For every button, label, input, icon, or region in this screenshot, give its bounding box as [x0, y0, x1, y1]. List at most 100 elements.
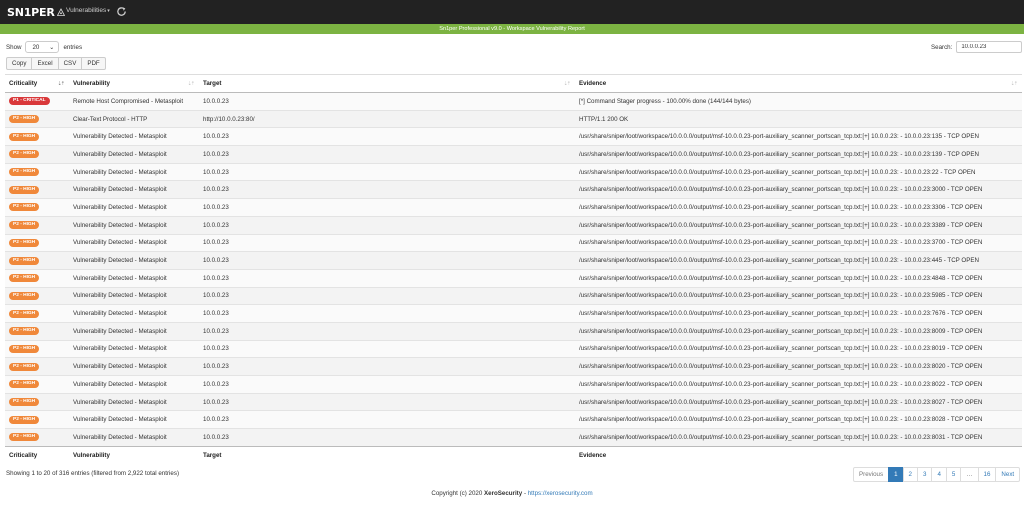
criticality-badge: P2 - HIGH: [9, 433, 40, 442]
previous-page-button[interactable]: Previous: [853, 467, 890, 482]
criticality-badge: P2 - HIGH: [9, 256, 40, 265]
target-cell: 10.0.0.23: [199, 180, 575, 199]
show-label: Show: [6, 43, 22, 51]
next-page-button[interactable]: Next: [995, 467, 1021, 482]
evidence-cell: /usr/share/sniper/loot/workspace/10.0.0.…: [575, 180, 1022, 199]
criticality-cell: P2 - HIGH: [5, 233, 69, 252]
table-row: P2 - HIGH Vulnerability Detected - Metasp…: [5, 180, 1022, 199]
target-cell: 10.0.0.23: [199, 375, 575, 394]
evidence-cell: /usr/share/sniper/loot/workspace/10.0.0.…: [575, 127, 1022, 146]
vulnerability-cell: Vulnerability Detected - Metasploit: [69, 286, 199, 305]
table-row: P2 - HIGH Vulnerability Detected - Metasp…: [5, 162, 1022, 181]
top-navbar: SN1PER Vulnerabilities▾: [0, 0, 1024, 24]
page-button-16[interactable]: 16: [977, 467, 997, 482]
header-criticality[interactable]: Criticality ⇣⇡: [5, 74, 69, 93]
vulnerability-cell: Remote Host Compromised - Metasploit: [69, 92, 199, 111]
search-label: Search:: [931, 43, 953, 51]
evidence-cell: /usr/share/sniper/loot/workspace/10.0.0.…: [575, 428, 1022, 447]
page-button-2[interactable]: 2: [902, 467, 918, 482]
table-footer-row: Criticality Vulnerability Target Evidenc…: [5, 445, 1022, 464]
criticality-cell: P2 - HIGH: [5, 145, 69, 164]
evidence-cell: /usr/share/sniper/loot/workspace/10.0.0.…: [575, 268, 1022, 288]
copy-button[interactable]: Copy: [6, 57, 33, 70]
evidence-cell: /usr/share/sniper/loot/workspace/10.0.0.…: [575, 145, 1022, 164]
export-buttons: Copy Excel CSV PDF: [6, 57, 106, 70]
evidence-cell: /usr/share/sniper/loot/workspace/10.0.0.…: [575, 198, 1022, 217]
target-cell: 10.0.0.23: [199, 339, 575, 358]
table-row: P1 - CRITICAL Remote Host Compromised - M…: [5, 92, 1022, 111]
target-cell: http://10.0.0.23:80/: [199, 109, 575, 128]
footer-target: Target: [199, 445, 575, 464]
refresh-icon[interactable]: [116, 6, 127, 17]
vulnerability-table: Criticality ⇣⇡ Vulnerability ⇣⇡ Target ⇣⇡ E…: [5, 74, 1022, 464]
sort-icon: ⇣⇡: [1010, 81, 1018, 87]
logo-text: SN1PER: [7, 5, 55, 19]
sort-icon: ⇣⇡: [187, 81, 195, 87]
company-link[interactable]: https://xerosecurity.com: [528, 490, 593, 497]
criticality-cell: P2 - HIGH: [5, 180, 69, 199]
entries-label: entries: [63, 43, 83, 51]
evidence-cell: /usr/share/sniper/loot/workspace/10.0.0.…: [575, 357, 1022, 376]
page-footer: Copyright (c) 2020 XeroSecurity - https:…: [0, 490, 1024, 497]
criticality-badge: P2 - HIGH: [9, 398, 40, 407]
logo-mark-icon: [56, 8, 65, 16]
target-cell: 10.0.0.23: [199, 286, 575, 305]
csv-button[interactable]: CSV: [57, 57, 83, 70]
vulnerabilities-menu[interactable]: Vulnerabilities▾: [66, 7, 110, 14]
vulnerability-cell: Vulnerability Detected - Metasploit: [69, 268, 199, 288]
excel-button[interactable]: Excel: [31, 57, 59, 70]
vulnerability-cell: Vulnerability Detected - Metasploit: [69, 233, 199, 252]
evidence-cell: /usr/share/sniper/loot/workspace/10.0.0.…: [575, 321, 1022, 341]
criticality-badge: P2 - HIGH: [9, 221, 40, 230]
app-logo[interactable]: SN1PER: [7, 5, 65, 19]
vulnerability-cell: Vulnerability Detected - Metasploit: [69, 428, 199, 447]
pdf-button[interactable]: PDF: [81, 57, 106, 70]
entries-select-value: 20: [32, 43, 40, 51]
target-cell: 10.0.0.23: [199, 268, 575, 288]
page-button-5[interactable]: 5: [945, 467, 962, 482]
criticality-cell: P2 - HIGH: [5, 339, 69, 358]
criticality-cell: P2 - HIGH: [5, 109, 69, 128]
entries-select[interactable]: 20 ⌄: [25, 41, 60, 53]
table-row: P2 - HIGH Vulnerability Detected - Metasp…: [5, 268, 1022, 288]
criticality-cell: P2 - HIGH: [5, 392, 69, 411]
header-target[interactable]: Target ⇣⇡: [199, 74, 575, 93]
criticality-cell: P2 - HIGH: [5, 321, 69, 341]
vulnerabilities-menu-label: Vulnerabilities: [66, 7, 107, 14]
criticality-badge: P1 - CRITICAL: [9, 97, 50, 106]
table-row: P2 - HIGH Vulnerability Detected - Metasp…: [5, 304, 1022, 323]
criticality-cell: P2 - HIGH: [5, 251, 69, 270]
criticality-cell: P1 - CRITICAL: [5, 92, 69, 111]
vulnerability-cell: Vulnerability Detected - Metasploit: [69, 392, 199, 411]
criticality-cell: P2 - HIGH: [5, 198, 69, 217]
table-row: P2 - HIGH Vulnerability Detected - Metasp…: [5, 375, 1022, 394]
sort-icon: ⇣⇡: [563, 81, 571, 87]
criticality-cell: P2 - HIGH: [5, 375, 69, 394]
header-vulnerability[interactable]: Vulnerability ⇣⇡: [69, 74, 199, 93]
table-body: P1 - CRITICAL Remote Host Compromised - M…: [5, 92, 1022, 447]
search-input[interactable]: [956, 41, 1023, 53]
page-button-1[interactable]: 1: [888, 467, 904, 482]
vulnerability-cell: Vulnerability Detected - Metasploit: [69, 215, 199, 234]
target-cell: 10.0.0.23: [199, 127, 575, 146]
vulnerability-cell: Clear-Text Protocol - HTTP: [69, 109, 199, 128]
target-cell: 10.0.0.23: [199, 215, 575, 234]
table-row: P2 - HIGH Vulnerability Detected - Metasp…: [5, 392, 1022, 411]
table-header-row: Criticality ⇣⇡ Vulnerability ⇣⇡ Target ⇣⇡ E…: [5, 74, 1022, 93]
page-button-4[interactable]: 4: [931, 467, 947, 482]
header-evidence[interactable]: Evidence ⇣⇡: [575, 74, 1022, 93]
criticality-cell: P2 - HIGH: [5, 127, 69, 146]
table-row: P2 - HIGH Vulnerability Detected - Metasp…: [5, 215, 1022, 234]
criticality-badge: P2 - HIGH: [9, 327, 40, 336]
table-row: P2 - HIGH Vulnerability Detected - Metasp…: [5, 410, 1022, 429]
criticality-cell: P2 - HIGH: [5, 268, 69, 288]
page-button-3[interactable]: 3: [916, 467, 933, 482]
table-row: P2 - HIGH Vulnerability Detected - Metasp…: [5, 251, 1022, 270]
criticality-badge: P2 - HIGH: [9, 150, 40, 159]
evidence-cell: /usr/share/sniper/loot/workspace/10.0.0.…: [575, 286, 1022, 305]
target-cell: 10.0.0.23: [199, 145, 575, 164]
criticality-badge: P2 - HIGH: [9, 185, 40, 194]
target-cell: 10.0.0.23: [199, 233, 575, 252]
criticality-badge: P2 - HIGH: [9, 168, 40, 177]
evidence-cell: /usr/share/sniper/loot/workspace/10.0.0.…: [575, 392, 1022, 411]
